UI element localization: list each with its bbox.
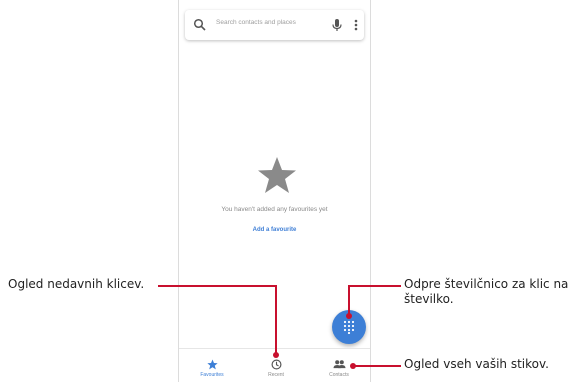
callout-dot-contacts [350,363,356,369]
callout-line-dialpad [349,285,401,287]
tab-recent[interactable]: Recent [251,359,301,378]
tab-favourites[interactable]: Favourites [187,359,237,378]
callout-line-recent-vertical [275,285,277,355]
callout-dialpad: Odpre številčnico za klic na številko. [404,277,568,307]
tab-label: Favourites [200,372,224,378]
microphone-icon[interactable] [331,18,343,32]
tab-label: Recent [268,372,284,378]
dialpad-icon [343,320,355,334]
search-bar[interactable]: Search contacts and places [185,10,364,40]
star-icon [206,359,218,370]
people-icon [333,360,345,369]
callout-dot-dialpad [346,313,352,319]
tab-contacts[interactable]: Contacts [314,359,364,378]
callout-contacts: Ogled vseh vaših stikov. [404,357,549,371]
star-icon [258,157,296,193]
callout-line-recent [158,285,276,287]
search-icon [193,18,206,31]
callout-recent: Ogled nedavnih klicev. [8,277,145,291]
callout-dialpad-line1: Odpre številčnico za klic na [404,277,569,291]
callout-line-contacts [353,365,401,367]
tab-label: Contacts [329,372,349,378]
clock-icon [271,359,281,370]
callout-line-dialpad-vertical [348,285,350,316]
search-input[interactable]: Search contacts and places [216,19,296,26]
more-options-icon[interactable] [353,18,359,32]
empty-favourites-message: You haven't added any favourites yet [221,206,328,213]
add-favourite-link[interactable]: Add a favourite [179,227,370,233]
callout-dialpad-line2: številko. [404,292,454,306]
callout-dot-recent [273,352,279,358]
